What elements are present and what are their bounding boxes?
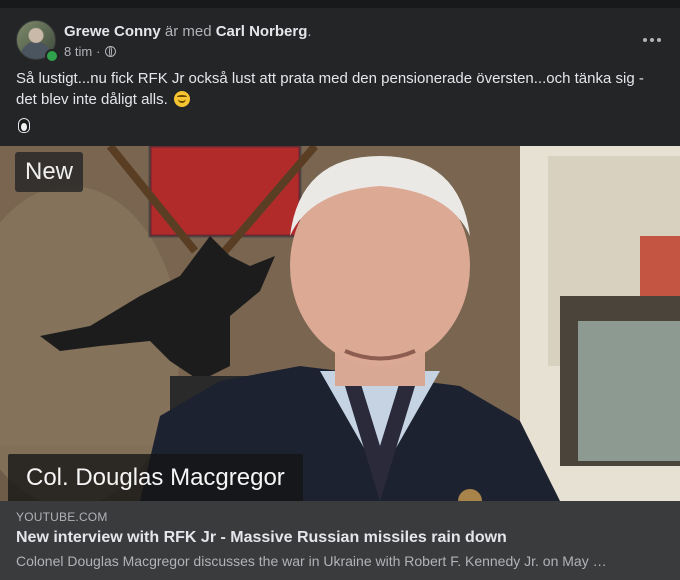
penguin-icon bbox=[18, 118, 30, 133]
post-body: Så lustigt...nu fick RFK Jr också lust a… bbox=[16, 70, 644, 108]
post-header: Grewe Conny är med Carl Norberg. 8 tim · bbox=[16, 20, 664, 63]
post-meta: 8 tim · bbox=[64, 44, 116, 59]
link-domain: YOUTUBE.COM bbox=[16, 510, 108, 524]
tagged-name[interactable]: Carl Norberg bbox=[216, 23, 308, 40]
post-time[interactable]: 8 tim bbox=[64, 44, 92, 59]
link-title[interactable]: New interview with RFK Jr - Massive Russ… bbox=[16, 529, 507, 547]
video-scene bbox=[0, 146, 680, 501]
online-status-icon bbox=[45, 49, 59, 63]
new-badge: New bbox=[15, 152, 84, 192]
feed-post: Grewe Conny är med Carl Norberg. 8 tim ·… bbox=[0, 8, 680, 580]
more-options-icon[interactable] bbox=[636, 24, 668, 56]
author-line: Grewe Conny är med Carl Norberg. bbox=[64, 23, 312, 40]
smiling-face-icon bbox=[173, 91, 190, 107]
globe-icon bbox=[104, 46, 116, 57]
video-thumbnail[interactable]: New Col. Douglas Macgregor bbox=[0, 146, 680, 501]
lower-third-caption: Col. Douglas Macgregor bbox=[8, 454, 303, 501]
link-description: Colonel Douglas Macgregor discusses the … bbox=[16, 553, 607, 569]
author-name[interactable]: Grewe Conny bbox=[64, 23, 161, 40]
link-preview[interactable]: YOUTUBE.COM New interview with RFK Jr - … bbox=[0, 501, 680, 580]
with-text: är med bbox=[164, 23, 212, 40]
post-text: Så lustigt...nu fick RFK Jr också lust a… bbox=[16, 68, 656, 110]
